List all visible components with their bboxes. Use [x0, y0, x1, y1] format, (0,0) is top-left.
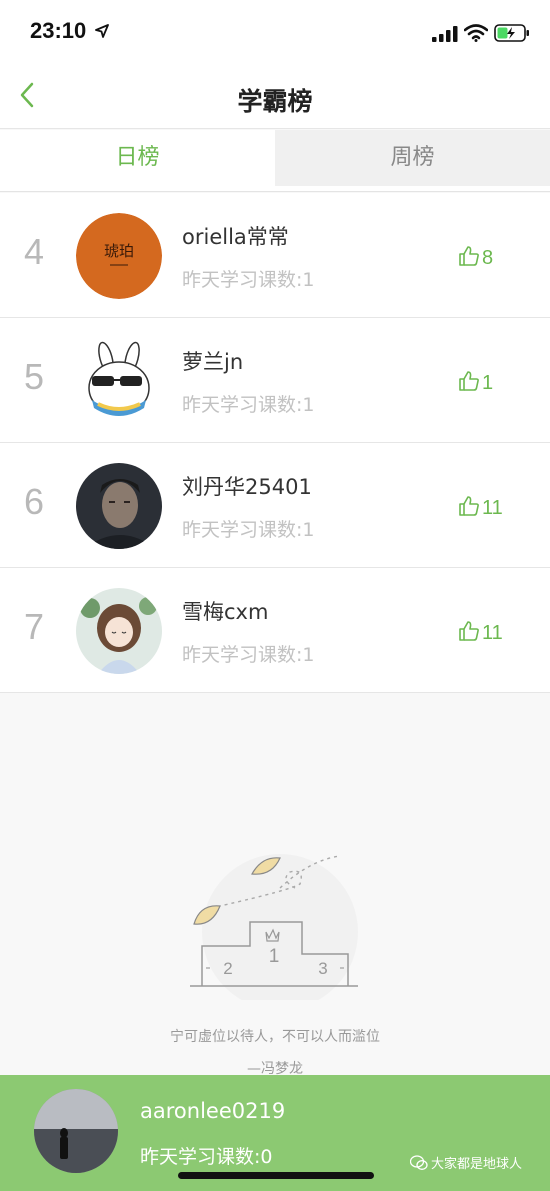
status-bar: 23:10: [0, 0, 550, 66]
podium-first-label: 1: [269, 946, 280, 967]
thumbs-up-icon: [459, 621, 479, 641]
bunny-avatar-image: [76, 338, 162, 424]
like-count: 8: [482, 247, 494, 269]
rank-number: 6: [24, 481, 45, 522]
rank-row[interactable]: 7 雪梅cxm 昨天学习课数:1 11: [0, 568, 550, 693]
rank-list: 4 琥珀 oriella常常 昨天学习课数:1 8 5 萝兰jn 昨天学习课数:…: [0, 193, 550, 693]
my-user-name: aaronlee0219: [140, 1099, 286, 1123]
page-title: 学霸榜: [237, 87, 313, 116]
like-button[interactable]: 8: [458, 245, 493, 270]
like-count: 1: [482, 372, 494, 394]
like-button[interactable]: 11: [458, 495, 503, 520]
ranking-tabs: 日榜 周榜: [0, 130, 550, 192]
rank-number: 5: [24, 356, 45, 397]
home-indicator[interactable]: [178, 1172, 374, 1179]
battery-charging-icon: [494, 24, 529, 42]
location-arrow-icon: [95, 24, 109, 38]
podium-third-label: 3: [318, 959, 327, 978]
status-time: 23:10: [30, 18, 87, 43]
quote-text: 宁可虚位以待人，不可以人而滥位: [170, 1029, 380, 1045]
thumbs-up-icon: [459, 371, 479, 391]
avatar[interactable]: [76, 588, 162, 674]
avatar[interactable]: [76, 338, 162, 424]
avatar[interactable]: 琥珀: [76, 213, 162, 299]
study-count: 昨天学习课数:1: [182, 394, 315, 416]
tab-daily[interactable]: 日榜: [0, 130, 275, 186]
amber-avatar-image: 琥珀: [76, 213, 162, 299]
avatar[interactable]: [76, 463, 162, 549]
watermark: 大家都是地球人: [409, 1153, 523, 1172]
study-count: 昨天学习课数:1: [182, 644, 315, 666]
study-count: 昨天学习课数:1: [182, 269, 315, 291]
avatar-text: 琥珀: [104, 242, 134, 260]
my-avatar-image: [34, 1089, 118, 1173]
navigation-bar: 学霸榜: [0, 66, 550, 129]
user-name: 雪梅cxm: [182, 600, 269, 624]
user-name: 刘丹华25401: [182, 475, 312, 499]
wifi-icon: [464, 24, 488, 42]
tab-weekly[interactable]: 周榜: [275, 130, 550, 186]
like-count: 11: [482, 497, 503, 519]
podium-second-label: 2: [223, 959, 232, 978]
user-name: 萝兰jn: [182, 350, 244, 374]
anime-girl-avatar-image: [76, 588, 162, 674]
like-button[interactable]: 11: [458, 620, 503, 645]
my-avatar[interactable]: [34, 1089, 118, 1173]
user-name: oriella常常: [182, 225, 289, 249]
wechat-icon: [409, 1155, 428, 1170]
watermark-text: 大家都是地球人: [431, 1157, 523, 1172]
like-button[interactable]: 1: [458, 370, 493, 395]
portrait-avatar-image: [76, 463, 162, 549]
rank-number: 4: [24, 231, 45, 272]
rank-row[interactable]: 5 萝兰jn 昨天学习课数:1 1: [0, 318, 550, 443]
podium-illustration: 2 1 3: [190, 854, 358, 1000]
study-count: 昨天学习课数:1: [182, 519, 315, 541]
cellular-signal-icon: [432, 26, 458, 42]
rank-row[interactable]: 4 琥珀 oriella常常 昨天学习课数:1 8: [0, 193, 550, 318]
thumbs-up-icon: [459, 496, 479, 516]
rank-number: 7: [24, 606, 45, 647]
rank-row[interactable]: 6 刘丹华25401 昨天学习课数:1 11: [0, 443, 550, 568]
thumbs-up-icon: [459, 246, 479, 266]
like-count: 11: [482, 622, 503, 644]
my-study-count: 昨天学习课数:0: [140, 1146, 273, 1168]
